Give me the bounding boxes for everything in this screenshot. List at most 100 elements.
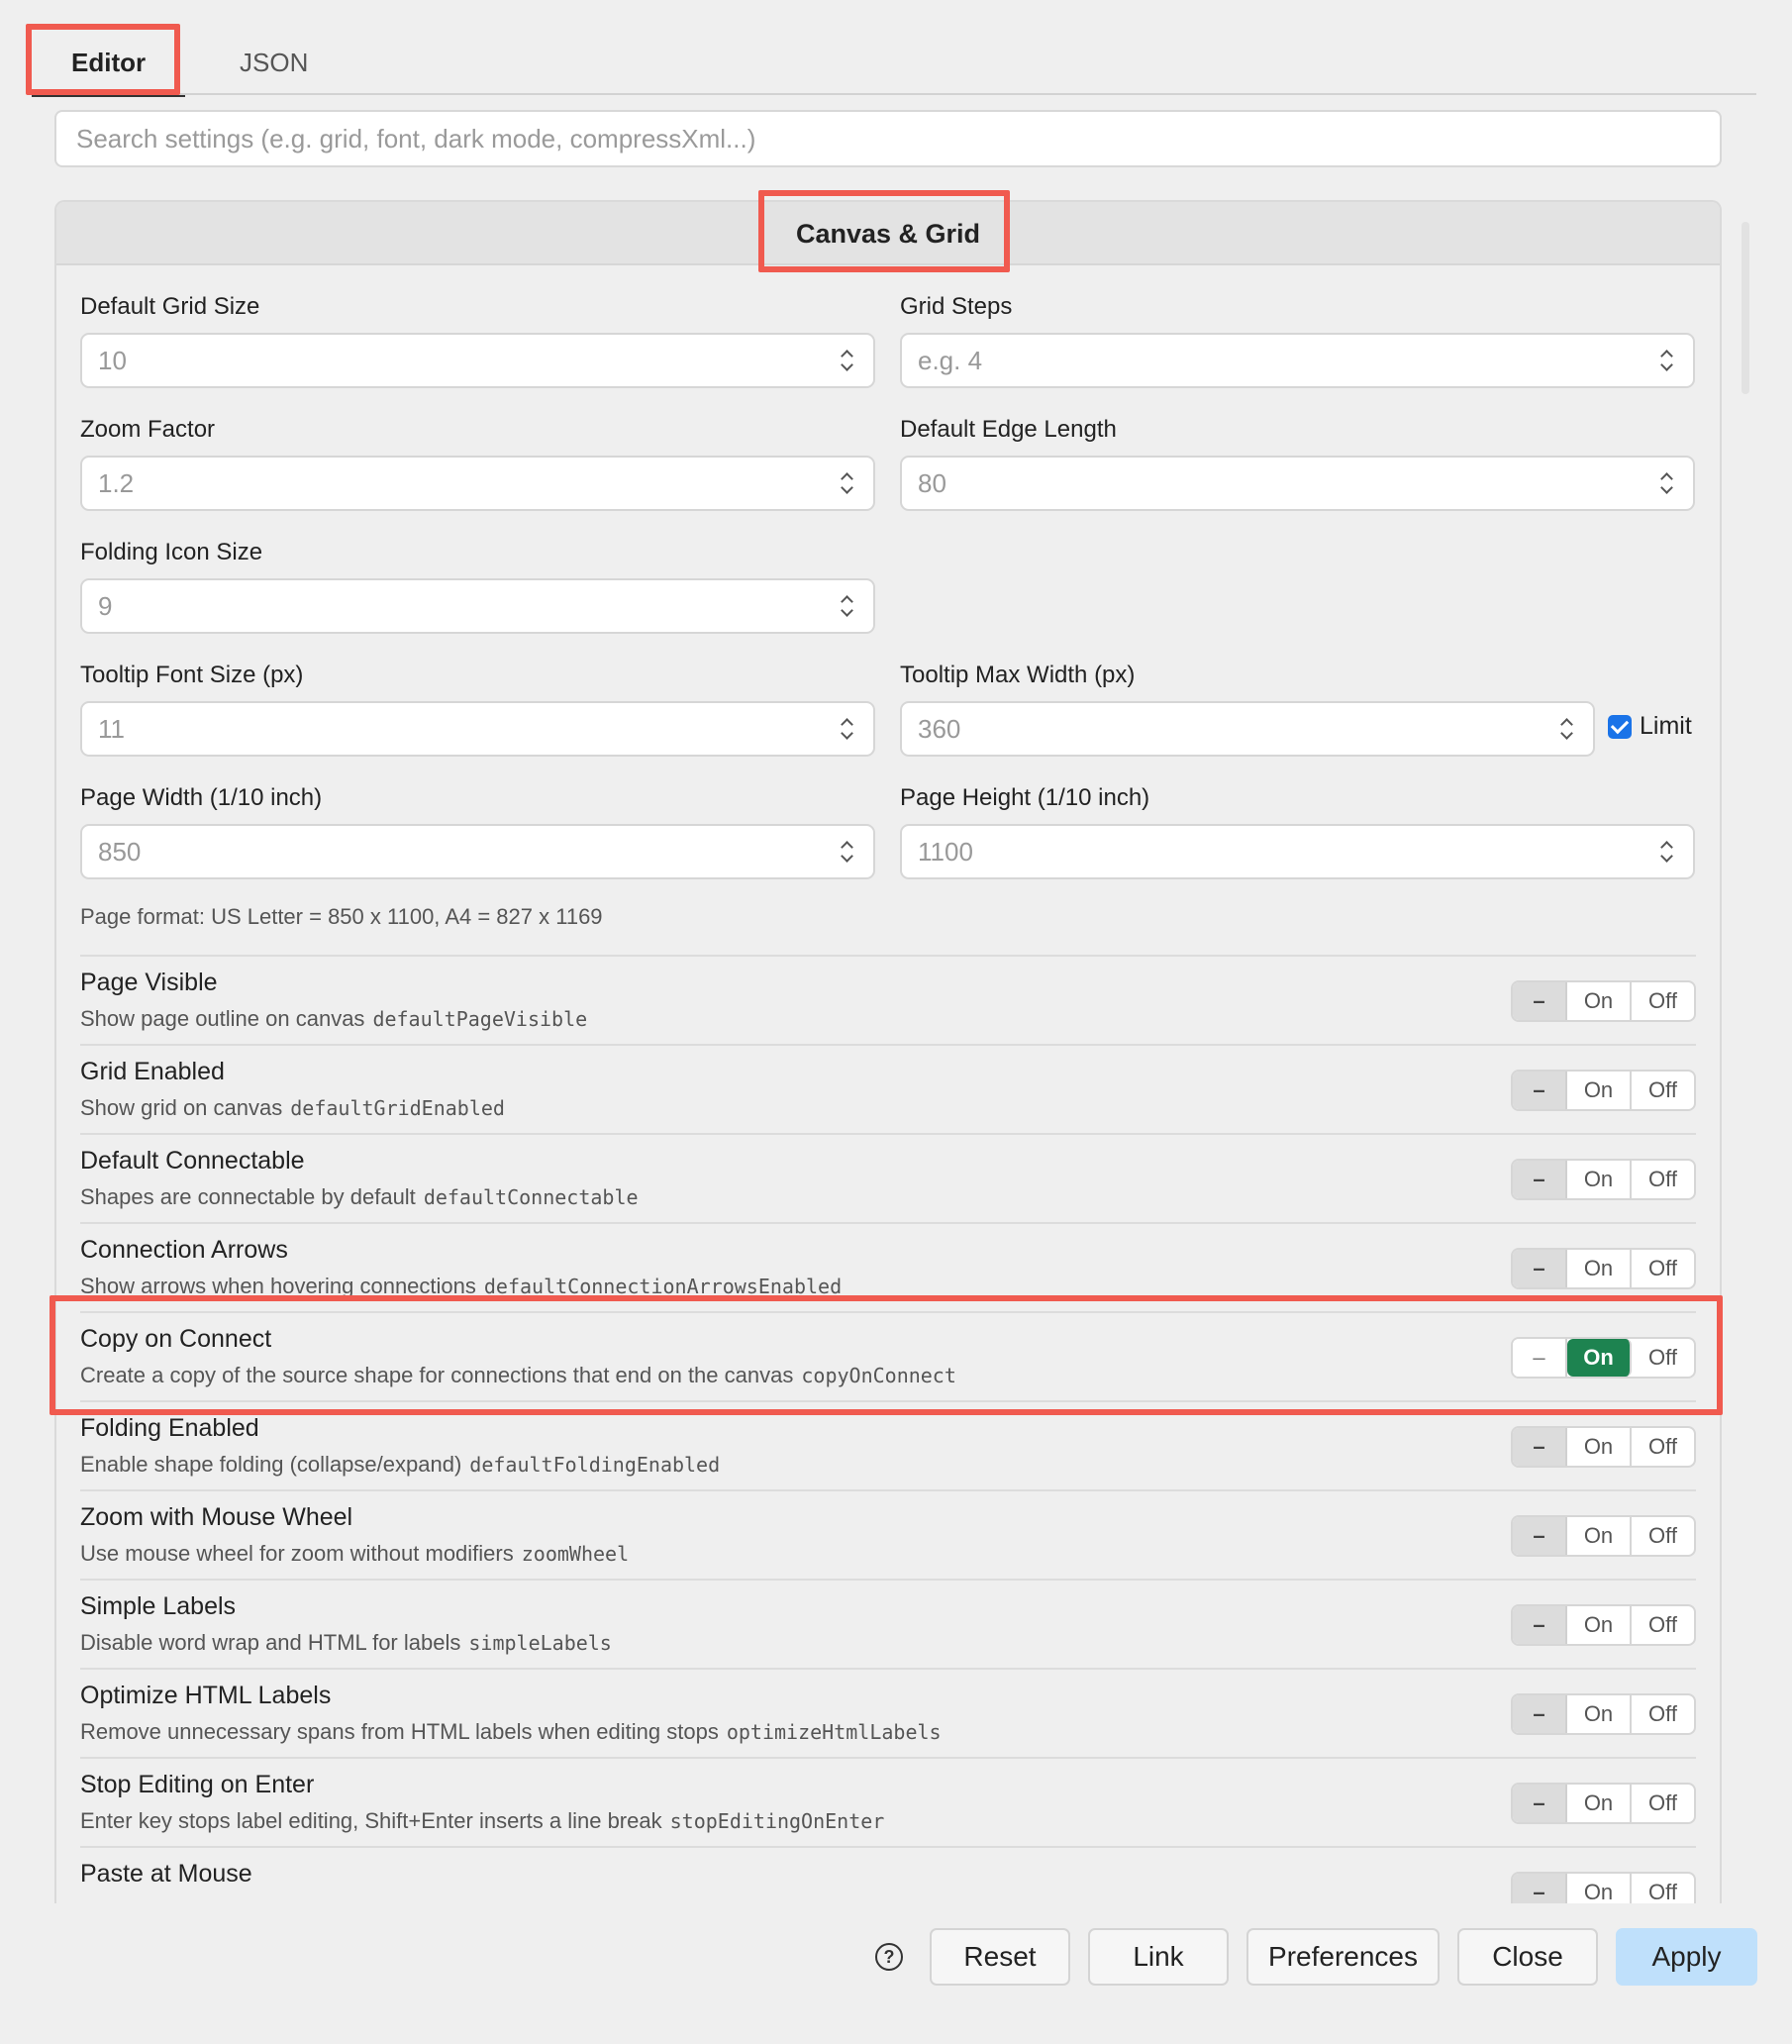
search-input[interactable] [54,110,1722,167]
on-option[interactable]: On [1567,1250,1632,1287]
option-description: Enable shape folding (collapse/expand) de… [80,1452,720,1478]
option-key: simpleLabels [468,1631,612,1655]
off-option[interactable]: Off [1632,1606,1694,1644]
default-grid-size-value: 10 [98,346,127,375]
option-description: Show grid on canvas defaultGridEnabled [80,1095,505,1121]
default-edge-length-input[interactable]: 80 [900,456,1695,511]
option-description: Use mouse wheel for zoom without modifie… [80,1541,629,1567]
stepper-icon[interactable] [840,715,855,743]
limit-checkbox[interactable] [1608,715,1632,739]
on-option[interactable]: On [1567,1606,1632,1644]
grid-steps-label: Grid Steps [900,293,1013,320]
default-option[interactable]: – [1513,1250,1567,1287]
default-option[interactable]: – [1513,1695,1567,1733]
scroll-clip [54,1903,1722,1927]
tab-json[interactable]: JSON [200,30,348,95]
stepper-icon[interactable] [840,347,855,374]
row-divider [80,1668,1696,1670]
page-width-input[interactable]: 850 [80,824,875,879]
off-option[interactable]: Off [1632,1428,1694,1466]
grid-steps-placeholder: e.g. 4 [918,346,983,375]
option-desc-text: Create a copy of the source shape for co… [80,1363,794,1387]
on-option[interactable]: On [1567,1695,1632,1733]
stepper-icon[interactable] [840,838,855,866]
row-divider [80,1222,1696,1224]
page-height-input[interactable]: 1100 [900,824,1695,879]
off-option[interactable]: Off [1632,1072,1694,1109]
default-option[interactable]: – [1513,1161,1567,1198]
page-height-value: 1100 [918,837,973,867]
off-option[interactable]: Off [1632,1695,1694,1733]
default-option[interactable]: – [1513,1606,1567,1644]
stepper-icon[interactable] [1659,838,1675,866]
option-description: Shapes are connectable by default default… [80,1184,639,1210]
option-description: Show arrows when hovering connections def… [80,1274,842,1299]
default-option[interactable]: – [1513,1428,1567,1466]
tab-bar: Editor JSON [32,22,1756,97]
tooltip-font-size-input[interactable]: 11 [80,701,875,757]
option-key: defaultFoldingEnabled [469,1453,721,1477]
tab-editor[interactable]: Editor [32,30,186,97]
default-grid-size-label: Default Grid Size [80,293,260,320]
on-option[interactable]: On [1567,1428,1632,1466]
tristate-grid-enabled[interactable]: – On Off [1511,1070,1696,1111]
on-option-selected[interactable]: On [1567,1339,1632,1377]
apply-button[interactable]: Apply [1616,1928,1757,1986]
zoom-factor-label: Zoom Factor [80,416,216,443]
off-option[interactable]: Off [1632,1339,1694,1377]
on-option[interactable]: On [1567,982,1632,1020]
option-desc-text: Show page outline on canvas [80,1006,365,1031]
off-option[interactable]: Off [1632,1785,1694,1822]
close-button[interactable]: Close [1457,1928,1598,1986]
stepper-icon[interactable] [1559,715,1575,743]
option-title: Page Visible [80,969,218,996]
option-desc-text: Enable shape folding (collapse/expand) [80,1452,462,1477]
reset-button[interactable]: Reset [930,1928,1070,1986]
on-option[interactable]: On [1567,1517,1632,1555]
off-option[interactable]: Off [1632,1161,1694,1198]
link-button[interactable]: Link [1088,1928,1229,1986]
default-option[interactable]: – [1513,982,1567,1020]
stepper-icon[interactable] [1659,347,1675,374]
page-width-value: 850 [98,837,142,867]
default-option[interactable]: – [1513,1339,1567,1377]
default-option[interactable]: – [1513,1072,1567,1109]
zoom-factor-input[interactable]: 1.2 [80,456,875,511]
default-grid-size-input[interactable]: 10 [80,333,875,388]
tristate-stop-editing-on-enter[interactable]: – On Off [1511,1783,1696,1824]
help-icon[interactable]: ? [875,1943,903,1971]
tristate-folding-enabled[interactable]: – On Off [1511,1426,1696,1468]
default-option[interactable]: – [1513,1517,1567,1555]
tooltip-font-size-value: 11 [98,714,125,744]
tristate-optimize-html-labels[interactable]: – On Off [1511,1693,1696,1735]
option-title: Default Connectable [80,1147,305,1175]
folding-icon-size-input[interactable]: 9 [80,578,875,634]
tooltip-max-width-input[interactable]: 360 [900,701,1595,757]
option-key: defaultGridEnabled [290,1096,505,1120]
stepper-icon[interactable] [1659,469,1675,497]
tristate-simple-labels[interactable]: – On Off [1511,1604,1696,1646]
off-option[interactable]: Off [1632,1517,1694,1555]
option-description: Disable word wrap and HTML for labels sim… [80,1630,612,1656]
on-option[interactable]: On [1567,1161,1632,1198]
option-desc-text: Show arrows when hovering connections [80,1274,476,1298]
option-key: defaultConnectionArrowsEnabled [483,1275,843,1298]
tristate-default-connectable[interactable]: – On Off [1511,1159,1696,1200]
tristate-connection-arrows[interactable]: – On Off [1511,1248,1696,1289]
limit-label: Limit [1640,712,1692,740]
grid-steps-input[interactable]: e.g. 4 [900,333,1695,388]
off-option[interactable]: Off [1632,1250,1694,1287]
stepper-icon[interactable] [840,592,855,620]
preferences-button[interactable]: Preferences [1246,1928,1440,1986]
tristate-page-visible[interactable]: – On Off [1511,980,1696,1022]
stepper-icon[interactable] [840,469,855,497]
off-option[interactable]: Off [1632,982,1694,1020]
tooltip-font-size-label: Tooltip Font Size (px) [80,662,304,688]
scrollbar[interactable] [1742,222,1749,394]
on-option[interactable]: On [1567,1785,1632,1822]
on-option[interactable]: On [1567,1072,1632,1109]
tristate-copy-on-connect[interactable]: – On Off [1511,1337,1696,1379]
section-header[interactable]: Canvas & Grid [56,202,1720,265]
default-option[interactable]: – [1513,1785,1567,1822]
tristate-zoom-wheel[interactable]: – On Off [1511,1515,1696,1557]
